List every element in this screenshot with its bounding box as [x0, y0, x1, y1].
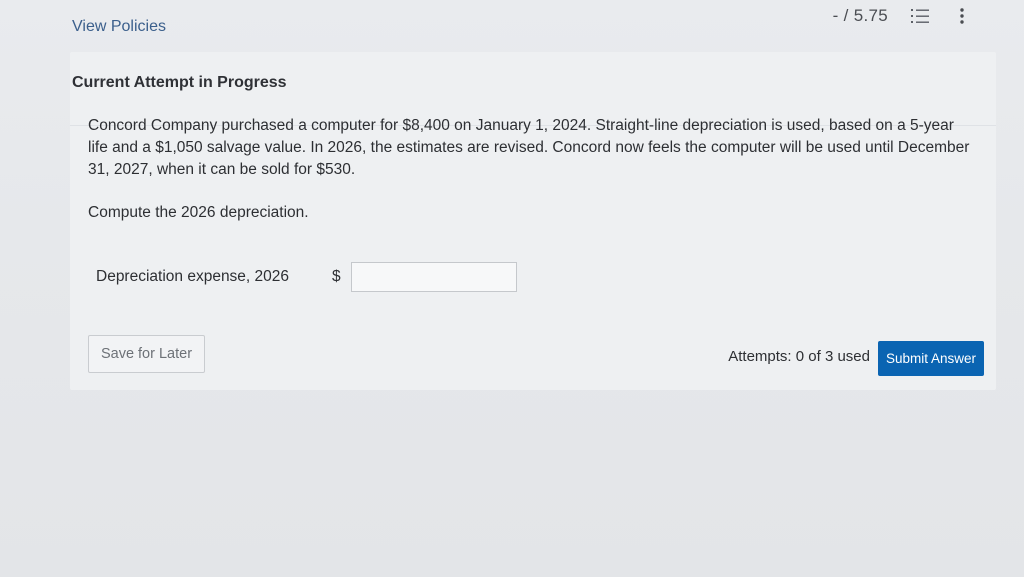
question-prompt: Compute the 2026 depreciation. [88, 204, 309, 221]
view-policies-link[interactable]: View Policies [72, 18, 166, 36]
list-icon-svg [911, 9, 929, 23]
currency-symbol: $ [332, 268, 341, 285]
attempts-counter: Attempts: 0 of 3 used [728, 348, 870, 365]
depreciation-expense-input[interactable] [350, 262, 517, 292]
attempt-status-title: Current Attempt in Progress [72, 74, 287, 91]
header-tools: - / 5.75 [833, 6, 972, 26]
answer-label: Depreciation expense, 2026 [96, 268, 290, 285]
answer-row: Depreciation expense, 2026 $ [96, 262, 517, 292]
question-text: Concord Company purchased a computer for… [88, 117, 970, 178]
question-panel: Current Attempt in Progress Concord Comp… [70, 52, 996, 390]
submit-answer-button[interactable]: Submit Answer [878, 341, 984, 376]
vertical-dots-icon-svg [960, 8, 964, 24]
list-icon[interactable] [910, 6, 930, 26]
score-display: - / 5.75 [832, 6, 888, 25]
save-for-later-button[interactable]: Save for Later [88, 335, 205, 373]
vertical-dots-icon[interactable] [952, 6, 972, 26]
